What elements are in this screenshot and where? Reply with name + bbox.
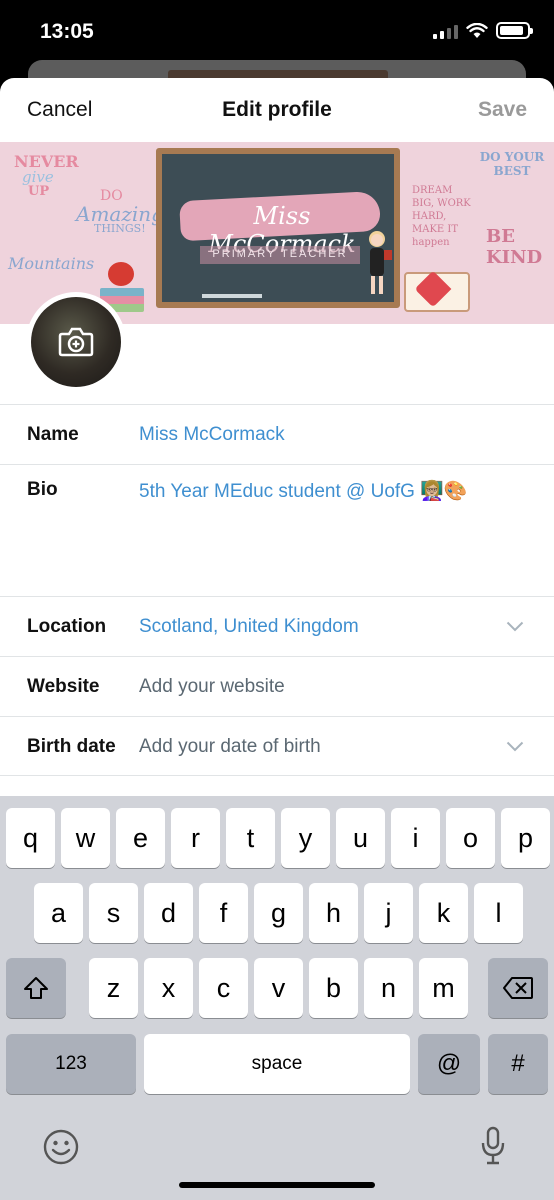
home-indicator [179,1182,375,1188]
birth-date-label: Birth date [27,736,116,757]
location-row[interactable]: Location Scotland, United Kingdom [0,596,554,656]
bio-row[interactable]: Bio 5th Year MEduc student @ UofG 👩🏼‍🏫🎨 [0,464,554,596]
birth-date-row[interactable]: Birth date Add your date of birth [0,716,554,776]
chevron-down-icon[interactable] [506,741,524,752]
key-p[interactable]: p [501,808,550,868]
bio-label: Bio [27,479,58,500]
key-y[interactable]: y [281,808,330,868]
key-u[interactable]: u [336,808,385,868]
at-key[interactable]: @ [418,1034,480,1094]
key-b[interactable]: b [309,958,358,1018]
key-k[interactable]: k [419,883,468,943]
deco-dream-big: DREAM BIG, WORK HARD, MAKE IT happen [412,185,471,248]
header: Cancel Edit profile Save [0,78,554,142]
key-v[interactable]: v [254,958,303,1018]
apple-illustration [108,262,134,286]
key-j[interactable]: j [364,883,413,943]
key-l[interactable]: l [474,883,523,943]
deco-mountains: Mountains [8,254,95,273]
chalk [202,294,262,298]
microphone-icon[interactable] [480,1126,506,1166]
key-s[interactable]: s [89,883,138,943]
name-row[interactable]: Name Miss McCormack [0,404,554,464]
website-row[interactable]: Website Add your website [0,656,554,716]
key-f[interactable]: f [199,883,248,943]
battery-level [500,26,524,35]
key-e[interactable]: e [116,808,165,868]
bitmoji-illustration [369,231,392,294]
profile-photo[interactable] [26,292,126,392]
backspace-icon [503,977,533,999]
battery-icon [496,22,533,39]
numbers-key[interactable]: 123 [6,1034,136,1094]
backspace-key[interactable] [488,958,548,1018]
location-field[interactable]: Scotland, United Kingdom [139,616,359,638]
cellular-signal-icon [433,23,458,39]
key-z[interactable]: z [89,958,138,1018]
key-i[interactable]: i [391,808,440,868]
key-c[interactable]: c [199,958,248,1018]
wifi-icon [466,22,488,38]
website-label: Website [27,676,100,697]
key-w[interactable]: w [61,808,110,868]
location-label: Location [27,616,107,637]
key-x[interactable]: x [144,958,193,1018]
deco-do-your-best: DO YOUR BEST [479,150,545,178]
key-r[interactable]: r [171,808,220,868]
key-n[interactable]: n [364,958,413,1018]
shift-icon [24,977,48,999]
deco-be-kind: BE KIND [486,226,543,268]
deco-things: THINGS! [94,222,146,235]
shift-key[interactable] [6,958,66,1018]
website-field[interactable]: Add your website [139,676,285,698]
emoji-icon[interactable] [42,1128,80,1166]
key-g[interactable]: g [254,883,303,943]
bio-field[interactable]: 5th Year MEduc student @ UofG 👩🏼‍🏫🎨 [139,479,468,503]
key-h[interactable]: h [309,883,358,943]
status-bar: 13:05 [0,0,554,66]
camera-plus-icon[interactable] [57,326,95,358]
birth-date-field[interactable]: Add your date of birth [139,736,321,758]
avatar [31,297,121,387]
status-icons [433,22,533,39]
board-subtitle: PRIMARY TEACHER [212,248,348,260]
status-time: 13:05 [40,20,94,43]
name-label: Name [27,424,79,445]
hash-key[interactable]: # [488,1034,548,1094]
save-button[interactable]: Save [478,98,527,122]
key-t[interactable]: t [226,808,275,868]
key-m[interactable]: m [419,958,468,1018]
space-key[interactable]: space [144,1034,410,1094]
key-o[interactable]: o [446,808,495,868]
key-q[interactable]: q [6,808,55,868]
key-d[interactable]: d [144,883,193,943]
cancel-button[interactable]: Cancel [27,98,92,122]
key-a[interactable]: a [34,883,83,943]
profile-form: Name Miss McCormack Bio 5th Year MEduc s… [0,404,554,776]
deco-up: UP [28,184,50,199]
name-field[interactable]: Miss McCormack [139,424,285,446]
keyboard: qwertyuiop asdfghjkl zxcvbnm 123 space @… [0,796,554,1200]
chevron-down-icon[interactable] [506,621,524,632]
